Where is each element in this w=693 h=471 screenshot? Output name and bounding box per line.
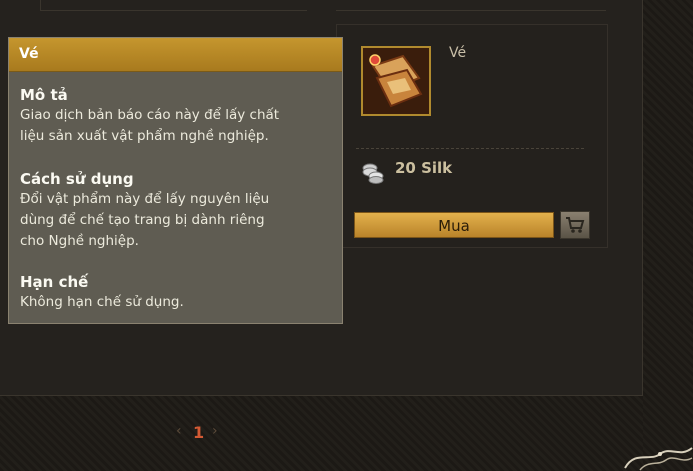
ticket-item-icon[interactable]	[361, 46, 431, 116]
tooltip-usage-text: Đổi vật phẩm này để lấy nguyên liệu dùng…	[20, 191, 270, 249]
tooltip-heading-usage: Cách sử dụng	[20, 170, 134, 188]
tooltip-heading-restriction: Hạn chế	[20, 273, 89, 291]
tooltip-restriction-text: Không hạn chế sử dụng.	[20, 294, 184, 310]
cart-icon	[566, 217, 585, 233]
item-price: 20 Silk	[395, 159, 453, 177]
item-name: Vé	[449, 45, 467, 61]
background-pattern-right	[643, 0, 693, 471]
background-pattern-bottom	[0, 396, 643, 471]
top-card-edge-right	[336, 0, 606, 11]
silk-coin-icon	[362, 163, 384, 184]
page-number[interactable]: 1	[193, 423, 204, 442]
add-to-cart-button[interactable]	[560, 211, 590, 239]
chevron-right-icon[interactable]: ›	[212, 423, 218, 439]
buy-button[interactable]: Mua	[354, 212, 554, 238]
tooltip-description-text: Giao dịch bản báo cáo này để lấy chất li…	[20, 107, 280, 144]
top-card-edge	[40, 0, 307, 11]
tooltip-heading-description: Mô tả	[20, 86, 68, 104]
item-tooltip: Vé Mô tả Giao dịch bản báo cáo này để lấ…	[8, 37, 343, 324]
chevron-left-icon[interactable]: ‹	[176, 423, 182, 439]
tooltip-title: Vé	[9, 38, 342, 72]
corner-ornament-icon	[624, 447, 693, 471]
card-divider	[356, 148, 584, 149]
